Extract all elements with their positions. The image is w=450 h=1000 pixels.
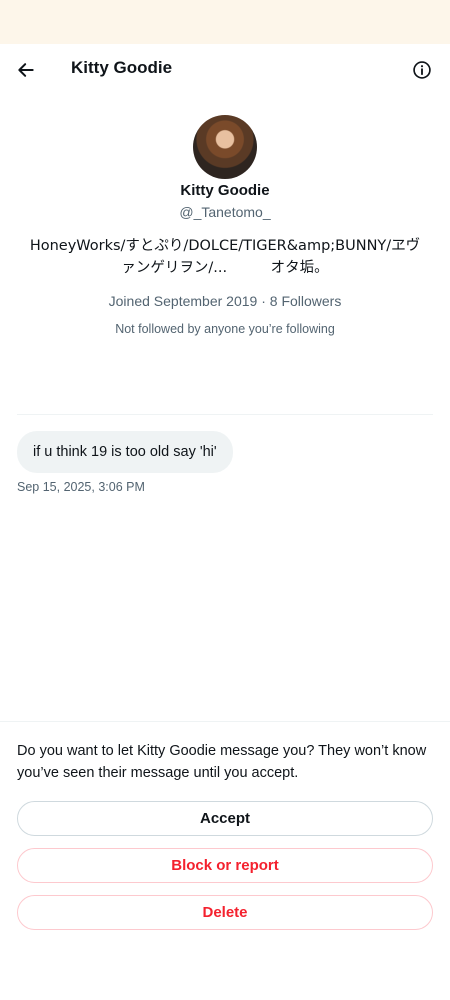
followers-count[interactable]: 8 Followers [270, 293, 342, 309]
meta-separator: · [261, 293, 266, 309]
profile-meta: Joined September 2019 · 8 Followers [109, 291, 342, 311]
message-request-prompt: Do you want to let Kitty Goodie message … [17, 743, 427, 781]
info-button[interactable] [409, 57, 435, 83]
accept-button[interactable]: Accept [17, 801, 433, 836]
back-button[interactable] [12, 56, 40, 84]
message-timestamp: Sep 15, 2025, 3:06 PM [17, 480, 145, 494]
bio-line: ァンゲリヲン/... オタ垢。 [121, 260, 329, 276]
header-title: Kitty Goodie [71, 58, 173, 77]
delete-button[interactable]: Delete [17, 895, 433, 930]
arrow-left-icon [18, 63, 34, 77]
profile-handle: @_Tanetomo_ [179, 204, 271, 220]
info-icon [413, 61, 431, 79]
divider [17, 414, 433, 415]
avatar[interactable] [193, 115, 257, 179]
status-bar [0, 0, 450, 44]
divider [0, 721, 450, 722]
joined-date: Joined September 2019 [108, 293, 258, 309]
conversation-header: Kitty Goodie [0, 44, 450, 94]
bio-line: HoneyWorks/すとぷり/DOLCE/TIGER&amp;BUNNY/ヱヴ [29, 238, 421, 254]
block-or-report-button[interactable]: Block or report [17, 848, 433, 883]
not-followed-note: Not followed by anyone you’re following [115, 322, 335, 336]
profile-name[interactable]: Kitty Goodie [180, 181, 269, 201]
profile-bio: HoneyWorks/すとぷり/DOLCE/TIGER&amp;BUNNY/ヱヴ… [25, 235, 425, 279]
message-bubble[interactable]: if u think 19 is too old say 'hi' [17, 431, 233, 473]
profile-card: Kitty Goodie @_Tanetomo_ HoneyWorks/すとぷり… [0, 115, 450, 338]
